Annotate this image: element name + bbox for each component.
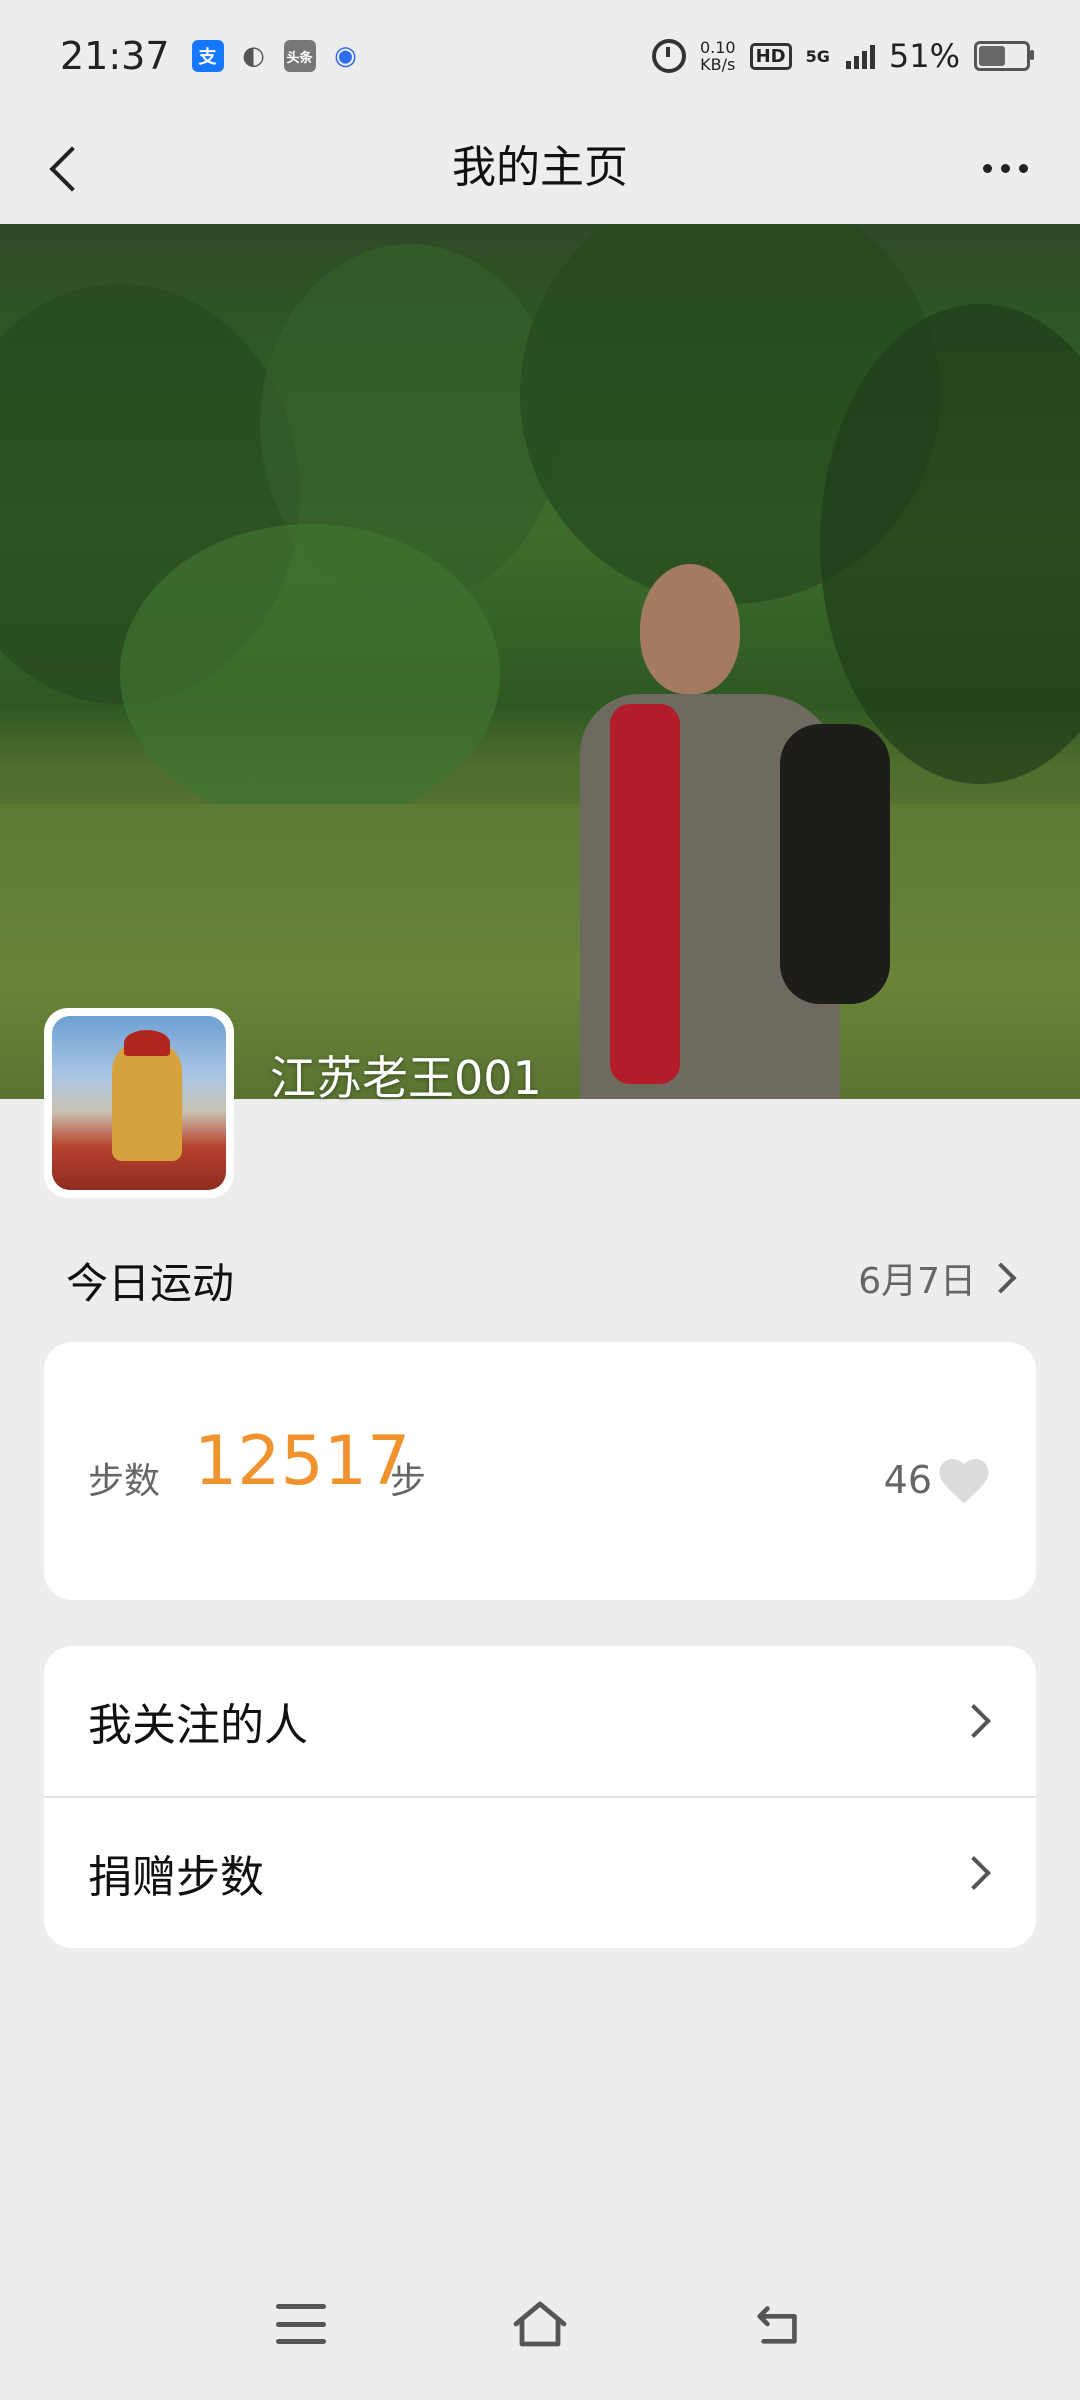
net-speed-unit: KB/s [700, 55, 736, 74]
avatar[interactable] [44, 1008, 234, 1198]
system-nav-bar [0, 2270, 1080, 2400]
steps-card[interactable]: 步数 12517 步 46 [44, 1342, 1036, 1600]
menu-item-label: 捐赠步数 [88, 1852, 264, 1903]
menu-item-donate-steps[interactable]: 捐赠步数 [44, 1796, 1036, 1948]
hd-icon: HD [749, 42, 792, 70]
today-exercise-title: 今日运动 [66, 1259, 235, 1308]
chevron-right-icon [985, 1262, 1017, 1294]
home-icon[interactable] [510, 2298, 570, 2350]
toutiao-icon: 头条 [283, 40, 316, 72]
system-status: 0.10 KB/s HD 5G 51% [651, 37, 1034, 75]
heart-icon [939, 1459, 989, 1504]
baidu-icon: ◉ [334, 41, 357, 71]
more-dot-icon [1000, 163, 1010, 173]
chevron-right-icon [957, 1856, 991, 1890]
more-button[interactable] [970, 142, 1040, 194]
status-time: 21:37 [60, 34, 170, 78]
date-selector[interactable]: 6月7日 [858, 1252, 1017, 1304]
app-swirl-icon: ◐ [242, 41, 265, 71]
avatar-image [52, 1016, 226, 1190]
menu-item-following[interactable]: 我关注的人 [44, 1646, 1036, 1796]
alipay-icon: 支 [191, 40, 224, 72]
alarm-icon [651, 39, 686, 73]
like-button[interactable]: 46 [884, 1454, 992, 1506]
status-bar: 21:37 支 ◐ 头条 ◉ 0.10 KB/s HD 5G 51% [0, 0, 1080, 112]
steps-label: 步数 [88, 1461, 161, 1502]
menu-card: 我关注的人 捐赠步数 [44, 1646, 1036, 1948]
back-nav-icon[interactable] [752, 2300, 806, 2348]
more-dot-icon [982, 163, 992, 173]
menu-item-label: 我关注的人 [88, 1700, 308, 1751]
recent-apps-icon[interactable] [276, 2304, 326, 2344]
username: 江苏老王001 [270, 1051, 542, 1105]
notification-icons: 支 ◐ 头条 ◉ [191, 40, 362, 72]
nav-bar: 我的主页 [0, 112, 1080, 224]
battery-percent: 51% [888, 37, 960, 75]
chevron-right-icon [957, 1704, 991, 1738]
steps-value: 12517 [194, 1422, 411, 1501]
person-figure [580, 564, 900, 1099]
net-speed-value: 0.10 [699, 38, 736, 57]
more-dot-icon [1018, 163, 1028, 173]
cover-photo[interactable] [0, 224, 1080, 1099]
battery-icon [974, 41, 1034, 71]
signal-icon [845, 43, 875, 69]
net-speed: 0.10 KB/s [700, 39, 736, 73]
page-title: 我的主页 [452, 142, 628, 193]
date-label: 6月7日 [858, 1261, 976, 1302]
steps-unit: 步 [390, 1461, 427, 1502]
like-count: 46 [883, 1458, 932, 1502]
network-type: 5G [805, 46, 830, 66]
